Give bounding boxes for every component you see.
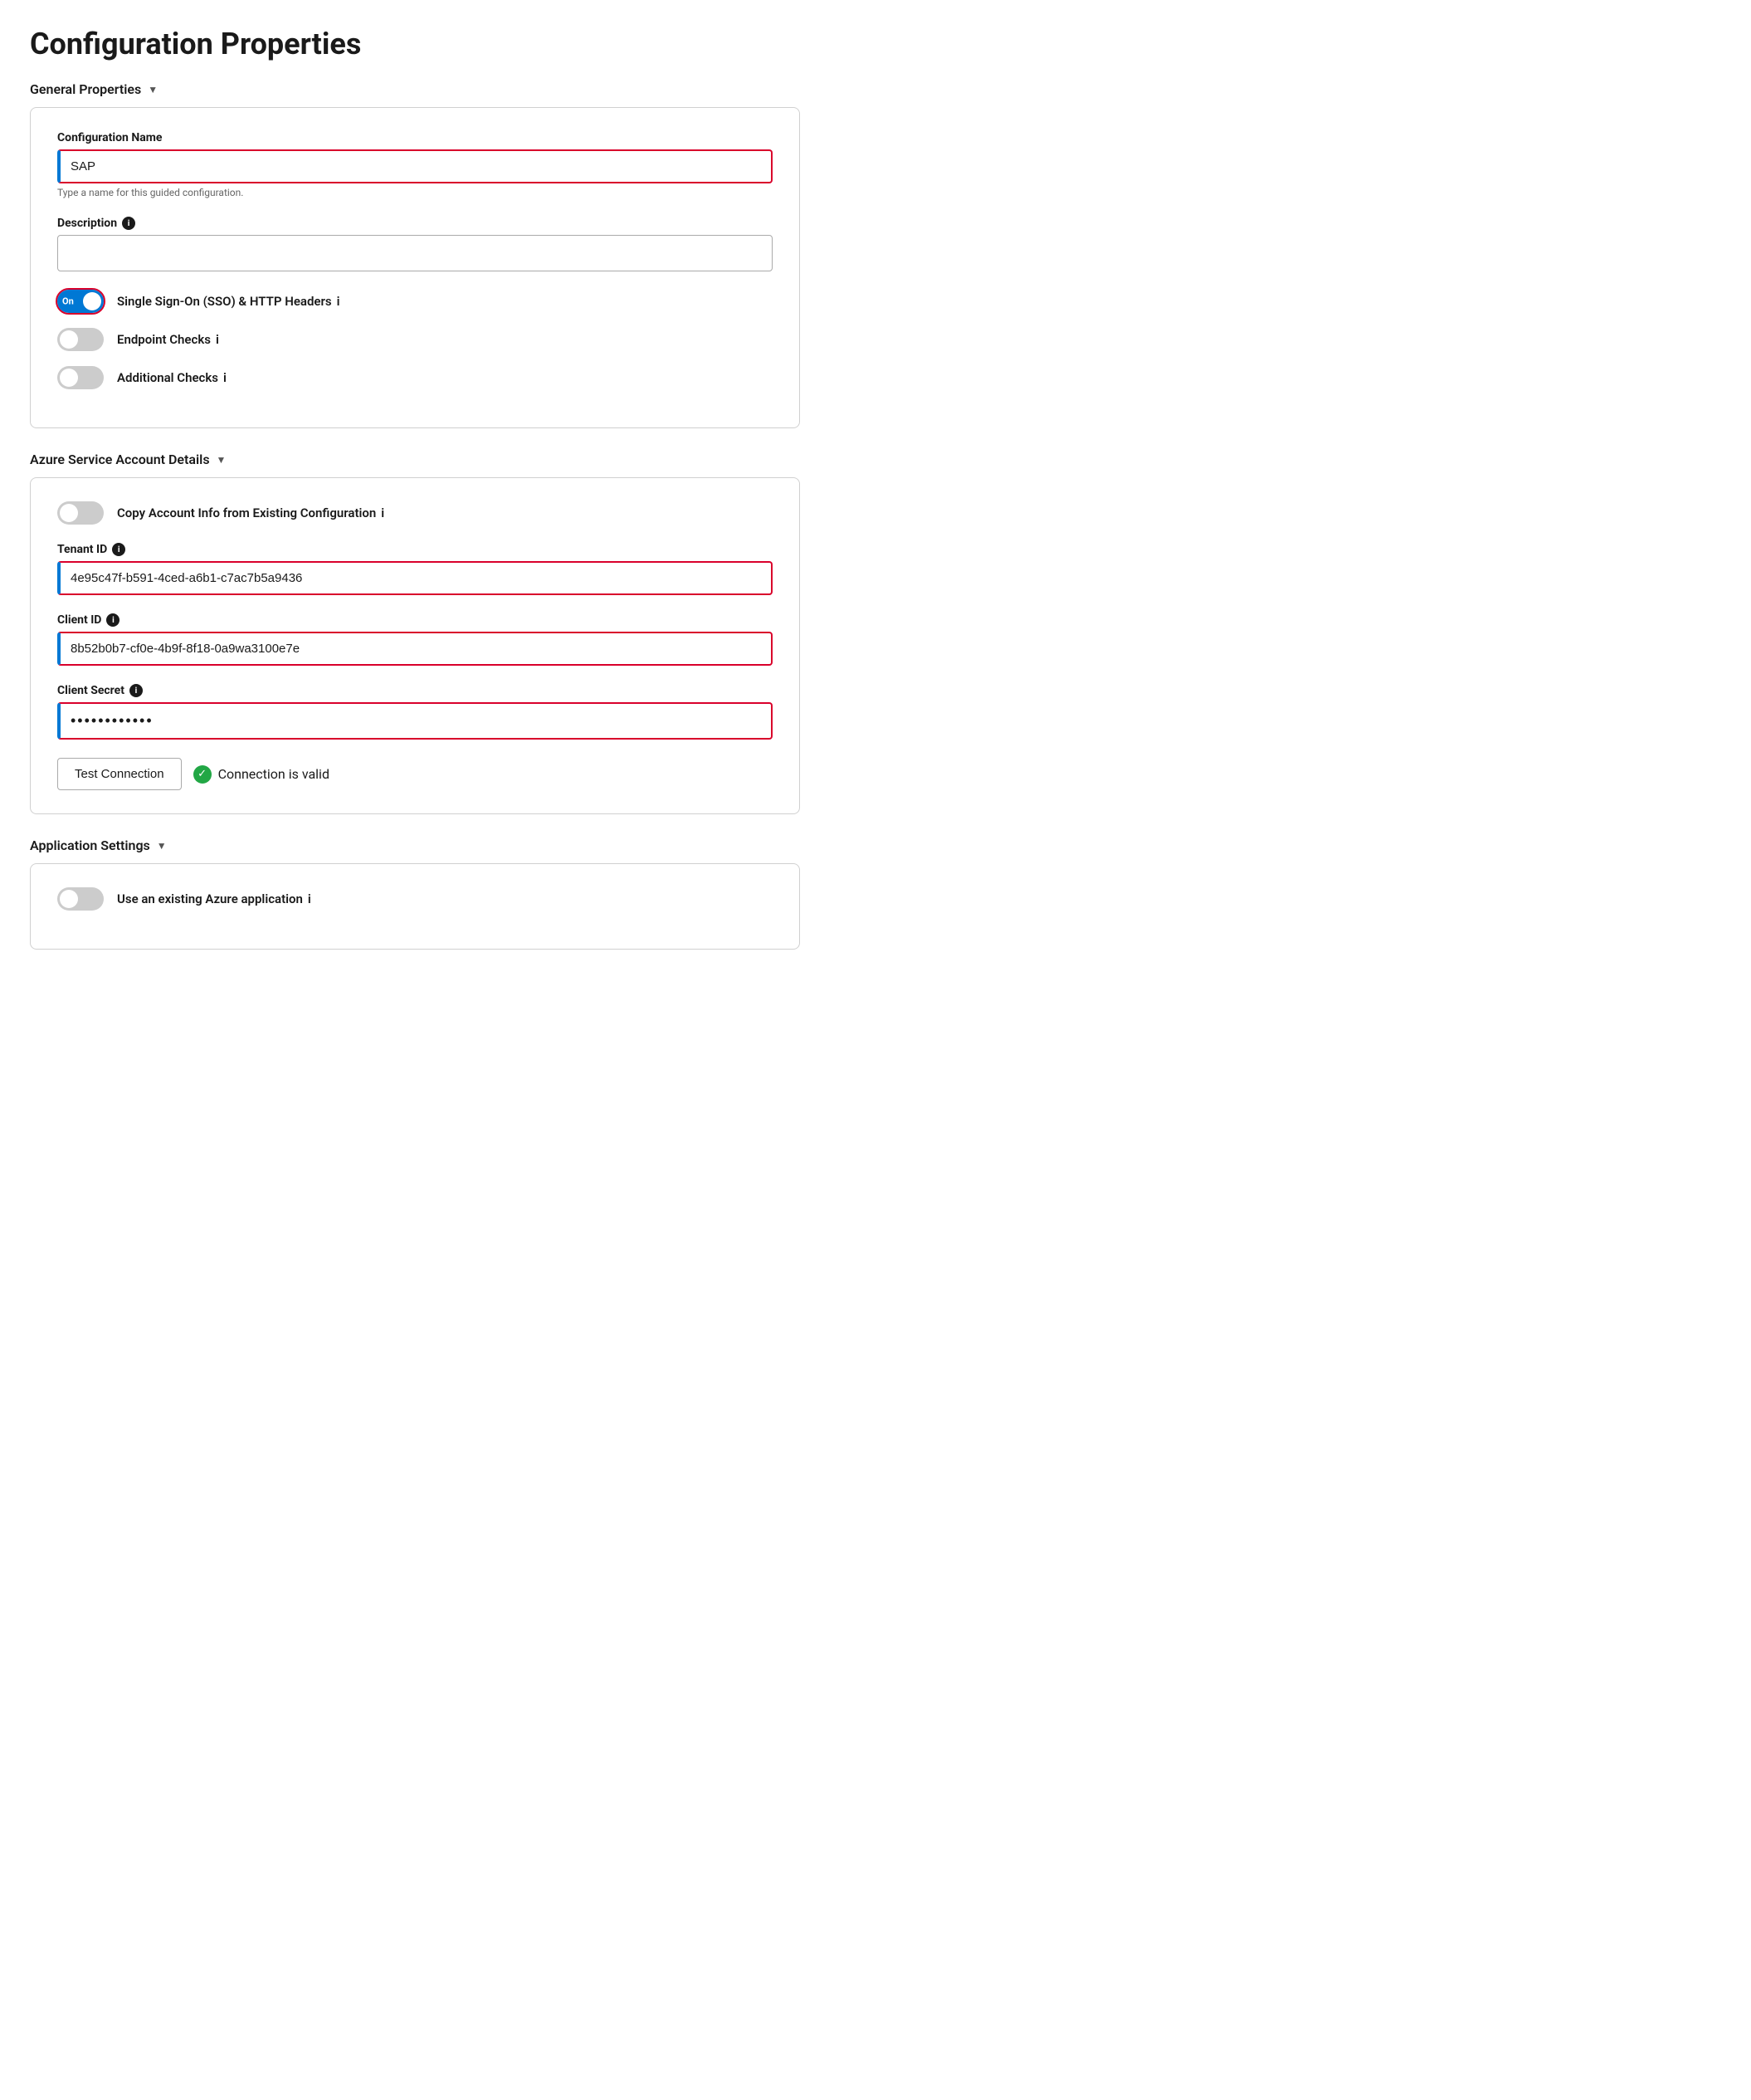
additional-checks-toggle-row: Additional Checks i <box>57 366 773 389</box>
client-id-label: Client ID i <box>57 613 773 627</box>
config-name-hint: Type a name for this guided configuratio… <box>57 187 773 198</box>
check-icon: ✓ <box>193 765 212 784</box>
endpoint-checks-toggle-row: Endpoint Checks i <box>57 328 773 351</box>
additional-checks-info-icon[interactable]: i <box>223 370 227 385</box>
application-settings-chevron: ▼ <box>157 840 167 852</box>
use-existing-azure-info-icon[interactable]: i <box>308 891 311 906</box>
test-connection-button[interactable]: Test Connection <box>57 758 182 790</box>
copy-account-label: Copy Account Info from Existing Configur… <box>117 505 384 520</box>
copy-account-toggle[interactable] <box>57 501 104 525</box>
client-id-group: Client ID i <box>57 613 773 666</box>
tenant-id-input[interactable] <box>57 561 773 595</box>
test-connection-row: Test Connection ✓ Connection is valid <box>57 758 773 790</box>
endpoint-checks-slider <box>57 328 104 351</box>
sso-toggle[interactable]: On <box>57 290 104 313</box>
additional-checks-label: Additional Checks i <box>117 370 227 385</box>
general-properties-card: Configuration Name Type a name for this … <box>30 107 800 428</box>
application-settings-section: Application Settings ▼ Use an existing A… <box>30 838 800 950</box>
application-settings-card: Use an existing Azure application i <box>30 863 800 950</box>
client-secret-group: Client Secret i <box>57 684 773 740</box>
endpoint-checks-toggle[interactable] <box>57 328 104 351</box>
tenant-id-info-icon[interactable]: i <box>112 543 125 556</box>
general-properties-header[interactable]: General Properties ▼ <box>30 81 800 97</box>
additional-checks-slider <box>57 366 104 389</box>
azure-section-card: Copy Account Info from Existing Configur… <box>30 477 800 814</box>
sso-label: Single Sign-On (SSO) & HTTP Headers i <box>117 294 340 309</box>
copy-account-toggle-row: Copy Account Info from Existing Configur… <box>57 501 773 525</box>
azure-section-header[interactable]: Azure Service Account Details ▼ <box>30 452 800 467</box>
use-existing-azure-label: Use an existing Azure application i <box>117 891 311 906</box>
use-existing-azure-slider <box>57 887 104 911</box>
description-input[interactable] <box>57 235 773 271</box>
endpoint-checks-info-icon[interactable]: i <box>216 332 219 347</box>
description-info-icon[interactable]: i <box>122 217 135 230</box>
config-name-group: Configuration Name Type a name for this … <box>57 131 773 198</box>
sso-toggle-on-text: On <box>62 296 74 307</box>
tenant-id-group: Tenant ID i <box>57 543 773 595</box>
use-existing-azure-toggle-row: Use an existing Azure application i <box>57 887 773 911</box>
page-title: Configuration Properties <box>30 27 800 61</box>
client-secret-info-icon[interactable]: i <box>129 684 143 697</box>
connection-valid-text: Connection is valid <box>218 766 329 782</box>
sso-toggle-row: On Single Sign-On (SSO) & HTTP Headers i <box>57 290 773 313</box>
config-name-label: Configuration Name <box>57 131 773 144</box>
azure-service-account-section: Azure Service Account Details ▼ Copy Acc… <box>30 452 800 814</box>
config-name-input[interactable] <box>57 149 773 183</box>
application-settings-header[interactable]: Application Settings ▼ <box>30 838 800 853</box>
additional-checks-toggle[interactable] <box>57 366 104 389</box>
client-id-input[interactable] <box>57 632 773 666</box>
sso-info-icon[interactable]: i <box>337 294 340 309</box>
client-secret-input[interactable] <box>57 702 773 740</box>
general-properties-section: General Properties ▼ Configuration Name … <box>30 81 800 428</box>
copy-account-info-icon[interactable]: i <box>381 505 384 520</box>
endpoint-checks-label: Endpoint Checks i <box>117 332 219 347</box>
client-id-info-icon[interactable]: i <box>106 613 119 627</box>
client-secret-label: Client Secret i <box>57 684 773 697</box>
tenant-id-label: Tenant ID i <box>57 543 773 556</box>
general-properties-label: General Properties <box>30 81 141 97</box>
use-existing-azure-toggle[interactable] <box>57 887 104 911</box>
description-group: Description i <box>57 217 773 271</box>
azure-section-label: Azure Service Account Details <box>30 452 210 467</box>
sso-toggle-slider: On <box>57 290 104 313</box>
application-settings-label: Application Settings <box>30 838 150 853</box>
connection-valid-indicator: ✓ Connection is valid <box>193 765 329 784</box>
copy-account-slider <box>57 501 104 525</box>
general-properties-chevron: ▼ <box>148 84 158 95</box>
description-label: Description i <box>57 217 773 230</box>
azure-section-chevron: ▼ <box>217 454 227 466</box>
